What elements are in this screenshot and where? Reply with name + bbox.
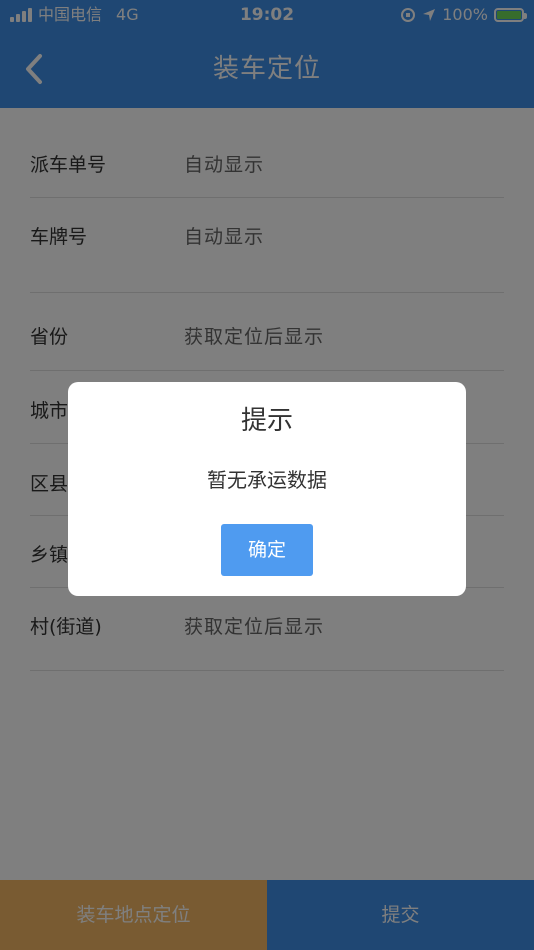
alert-dialog: 提示 暂无承运数据 确定 <box>68 382 466 596</box>
dialog-message: 暂无承运数据 <box>207 468 327 492</box>
confirm-button[interactable]: 确定 <box>221 524 313 576</box>
dialog-title: 提示 <box>240 406 293 436</box>
